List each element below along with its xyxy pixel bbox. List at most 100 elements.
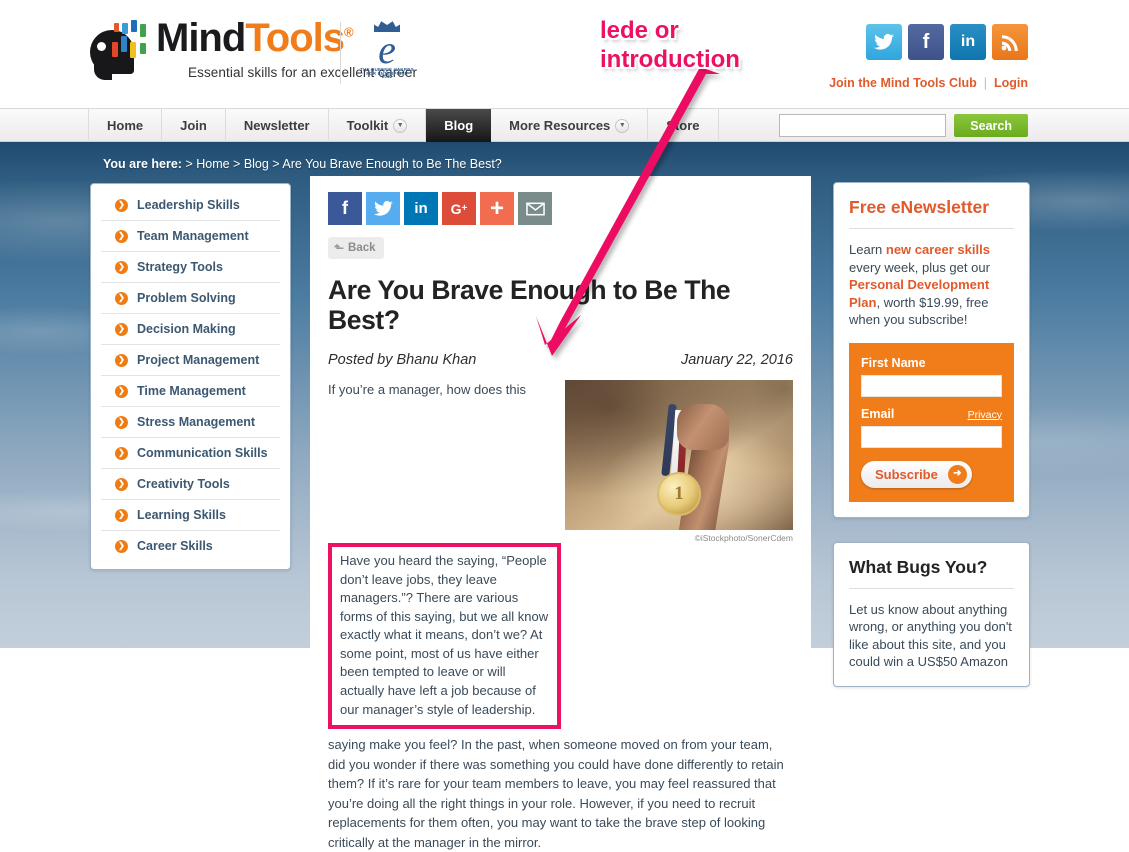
chevron-right-icon: ❯ [115, 508, 128, 522]
breadcrumb: You are here: > Home > Blog > Are You Br… [103, 157, 502, 171]
site-header: MindTools® Essential skills for an excel… [0, 0, 1129, 108]
bugs-description: Let us know about anything wrong, or any… [849, 601, 1012, 670]
article-figure: 1 ©iStockphoto/SonerCdem [565, 379, 793, 543]
article-date: January 22, 2016 [680, 351, 793, 368]
chevron-right-icon: ❯ [115, 477, 128, 491]
nav-label: Store [666, 118, 700, 133]
nav-item-toolkit[interactable]: Toolkit ▼ [329, 109, 427, 142]
sidebar-item-label: Problem Solving [137, 291, 236, 305]
sidebar-item-strategy-tools[interactable]: ❯ Strategy Tools [101, 252, 280, 283]
linkedin-icon[interactable]: in [950, 24, 986, 60]
right-sidebar: Free eNewsletter Learn new career skills… [833, 182, 1030, 687]
nav-item-more-resources[interactable]: More Resources ▼ [491, 109, 649, 142]
share-facebook-icon[interactable]: f [328, 192, 362, 225]
article-share-buttons: f in G + + [328, 192, 793, 225]
sidebar-item-communication-skills[interactable]: ❯ Communication Skills [101, 438, 280, 469]
newsletter-description: Learn new career skills every week, plus… [849, 241, 1014, 329]
newsletter-panel: Free eNewsletter Learn new career skills… [833, 182, 1030, 518]
first-name-label: First Name [861, 355, 926, 370]
article-author: Posted by Bhanu Khan [328, 351, 477, 368]
what-bugs-you-panel: What Bugs You? Let us know about anythin… [833, 541, 1030, 687]
article-photo-medal-in-fist: 1 [565, 379, 793, 530]
sidebar-item-label: Project Management [137, 353, 260, 367]
search-input[interactable] [779, 114, 947, 137]
header-account-links: Join the Mind Tools Club | Login [829, 76, 1028, 90]
chevron-right-icon: ❯ [115, 291, 128, 305]
sidebar-item-time-management[interactable]: ❯ Time Management [101, 376, 280, 407]
chevron-right-icon: ❯ [115, 322, 128, 336]
email-field[interactable] [861, 425, 1002, 448]
divider [849, 228, 1014, 229]
breadcrumb-trail[interactable]: > Home > Blog > Are You Brave Enough to … [185, 157, 501, 171]
chevron-right-icon: ❯ [115, 539, 128, 553]
brand-name-primary: Mind [156, 16, 246, 60]
bugs-title: What Bugs You? [849, 556, 988, 577]
nav-label: Join [180, 118, 207, 133]
medal-icon: 1 [657, 471, 701, 516]
first-name-field[interactable] [861, 374, 1002, 397]
nav-items: Home Join Newsletter Toolkit ▼ Blog More … [88, 109, 719, 142]
join-club-link[interactable]: Join the Mind Tools Club [829, 76, 977, 90]
back-button[interactable]: ⬑ Back [328, 237, 384, 259]
chevron-down-icon: ▼ [393, 118, 408, 133]
sidebar-item-decision-making[interactable]: ❯ Decision Making [101, 314, 280, 345]
sidebar-item-label: Decision Making [137, 322, 236, 336]
sidebar-item-label: Time Management [137, 384, 246, 398]
nav-item-blog[interactable]: Blog [426, 109, 492, 142]
article-paragraph-rest: saying make you feel? In the past, when … [328, 737, 784, 850]
newsletter-highlight-1: new career skills [885, 242, 990, 257]
back-button-label: Back [348, 242, 376, 254]
sidebar-item-label: Team Management [137, 229, 249, 243]
sidebar-item-label: Creativity Tools [137, 477, 230, 491]
first-name-row: First Name [861, 356, 1002, 370]
share-email-icon[interactable] [518, 192, 552, 225]
privacy-link[interactable]: Privacy [968, 409, 1002, 421]
chevron-right-icon: ❯ [115, 353, 128, 367]
search-area: Search [779, 114, 1028, 137]
sidebar-item-learning-skills[interactable]: ❯ Learning Skills [101, 500, 280, 531]
newsletter-text-2: every week, plus get our [849, 259, 990, 275]
newsletter-title: Free eNewsletter [849, 197, 990, 217]
share-addthis-icon[interactable]: + [480, 192, 514, 225]
sidebar-item-label: Learning Skills [137, 508, 226, 522]
link-separator: | [983, 76, 987, 90]
sidebar-item-team-management[interactable]: ❯ Team Management [101, 221, 280, 252]
nav-item-join[interactable]: Join [162, 109, 226, 142]
sidebar-item-project-management[interactable]: ❯ Project Management [101, 345, 280, 376]
nav-label: Toolkit [346, 118, 389, 133]
back-arrow-icon: ⬑ [334, 241, 345, 255]
article-meta: Posted by Bhanu Khan January 22, 2016 [328, 352, 793, 368]
sidebar-item-label: Leadership Skills [137, 198, 240, 212]
facebook-icon[interactable]: f [908, 24, 944, 60]
header-social-links: f in [866, 24, 1028, 60]
sidebar-item-label: Stress Management [137, 415, 256, 429]
nav-label: Newsletter [243, 118, 310, 133]
nav-item-newsletter[interactable]: Newsletter [226, 109, 329, 142]
sidebar-item-problem-solving[interactable]: ❯ Problem Solving [101, 283, 280, 314]
sidebar-item-stress-management[interactable]: ❯ Stress Management [101, 407, 280, 438]
chevron-right-icon: ❯ [115, 229, 128, 243]
sidebar-item-label: Communication Skills [137, 446, 268, 460]
chevron-right-icon: ❯ [115, 198, 128, 212]
sidebar-item-career-skills[interactable]: ❯ Career Skills [101, 531, 280, 561]
email-row: Email Privacy [861, 407, 1002, 421]
twitter-icon[interactable] [866, 24, 902, 60]
registered-trademark-icon: ® [344, 24, 354, 40]
sidebar-item-leadership-skills[interactable]: ❯ Leadership Skills [101, 190, 280, 221]
sidebar-item-creativity-tools[interactable]: ❯ Creativity Tools [101, 469, 280, 500]
share-google-plus-icon[interactable]: G + [442, 192, 476, 225]
subscribe-button[interactable]: Subscribe ➜ [861, 460, 972, 488]
rss-icon[interactable] [992, 24, 1028, 60]
login-link[interactable]: Login [994, 76, 1028, 90]
nav-item-store[interactable]: Store [648, 109, 719, 142]
share-linkedin-icon[interactable]: in [404, 192, 438, 225]
image-credit: ©iStockphoto/SonerCdem [694, 532, 793, 543]
search-button[interactable]: Search [954, 114, 1028, 137]
share-twitter-icon[interactable] [366, 192, 400, 225]
award-line-3: 2012 [381, 74, 393, 80]
nav-label: More Resources [509, 118, 611, 133]
award-e-emblem-icon: e [378, 27, 396, 72]
nav-label: Blog [444, 118, 474, 133]
left-sidebar: ❯ Leadership Skills ❯ Team Management ❯ Str… [90, 183, 291, 570]
nav-item-home[interactable]: Home [88, 109, 163, 142]
